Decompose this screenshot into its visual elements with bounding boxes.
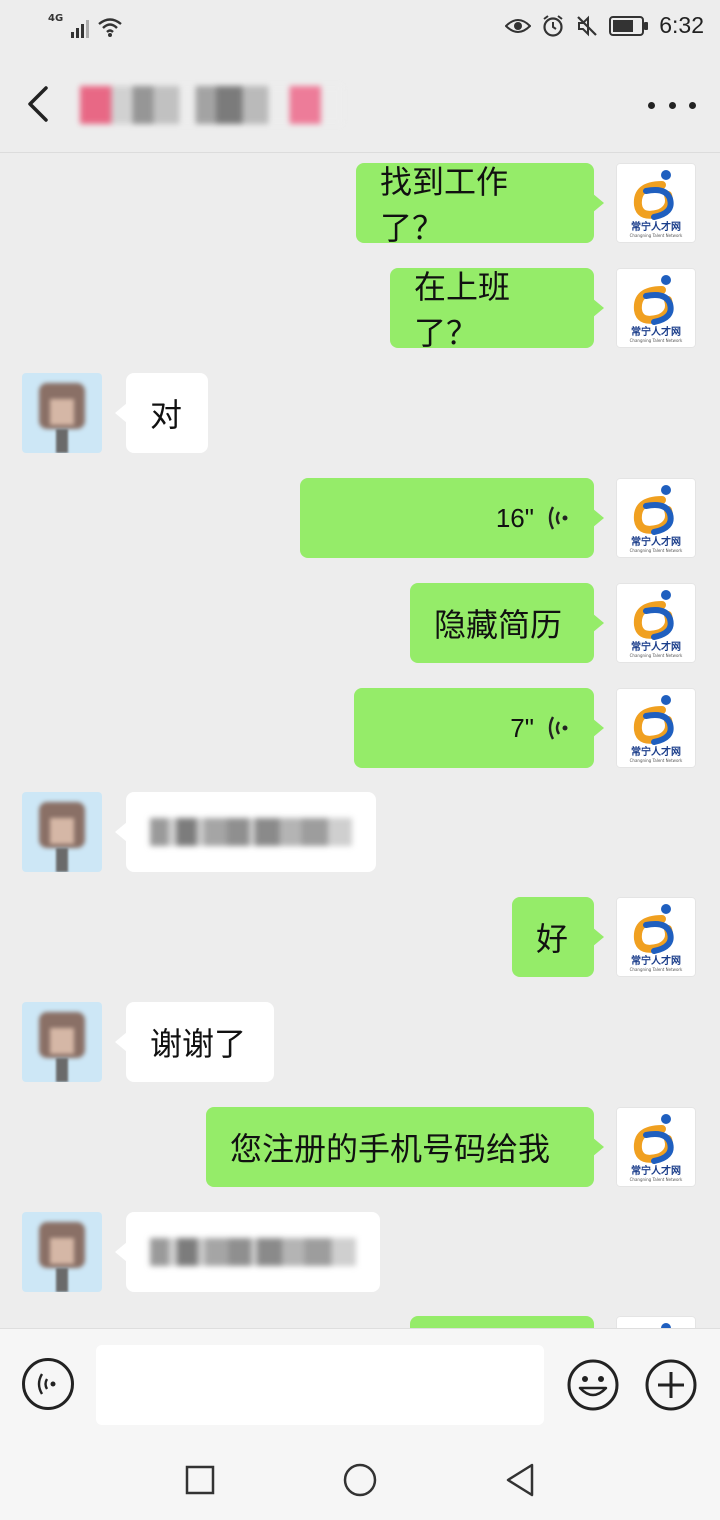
message-bubble-other[interactable] (115, 1212, 380, 1292)
talent-network-logo-icon (616, 897, 696, 977)
message-bubble-self[interactable]: 您注册的手机号码给我 (206, 1107, 604, 1187)
voice-message-bubble[interactable]: 16" (300, 478, 604, 558)
message-bubble-self[interactable]: 隐藏简历 (410, 583, 604, 663)
talent-network-logo-icon (616, 1107, 696, 1187)
avatar-self[interactable] (616, 897, 696, 977)
message-text: 对 (150, 396, 183, 434)
talent-network-logo-icon (616, 163, 696, 243)
eye-icon (505, 18, 532, 33)
message-text: 在上班了？ (414, 268, 511, 352)
message-bubble-self[interactable]: 在上班了？ (390, 268, 604, 352)
avatar-other[interactable] (22, 1212, 102, 1292)
talent-network-logo-icon (616, 688, 696, 768)
voice-input-button[interactable] (22, 1358, 74, 1410)
avatar-other[interactable] (22, 792, 102, 872)
clock: 6:32 (659, 12, 704, 38)
avatar-other[interactable] (22, 373, 102, 453)
more-dot (648, 101, 655, 109)
status-icons: 6:32 (505, 12, 704, 39)
network-type: 4G (48, 13, 64, 24)
voice-duration: 7" (510, 712, 534, 743)
avatar-self[interactable] (616, 478, 696, 558)
more-dot (689, 101, 696, 109)
chat-title-blurred (80, 86, 342, 124)
avatar-self[interactable] (616, 1316, 696, 1328)
blurred-message-text (150, 818, 352, 846)
message-row-partial (0, 1316, 720, 1328)
avatar-self[interactable] (616, 1107, 696, 1187)
message-text: 谢谢了 (150, 1025, 247, 1063)
signal-group: 4G (48, 14, 123, 38)
voice-message-bubble[interactable]: 7" (354, 688, 604, 768)
system-navigation-bar (0, 1440, 720, 1520)
recent-apps-icon[interactable] (180, 1460, 220, 1500)
avatar-other[interactable] (22, 1002, 102, 1082)
message-text: 隐藏简历 (434, 606, 563, 644)
more-dot (668, 101, 676, 109)
message-bubble-self[interactable]: 好 (512, 897, 604, 977)
wifi-icon (98, 18, 122, 37)
avatar-self[interactable] (616, 268, 696, 348)
voice-wave-icon (548, 506, 568, 530)
message-text: 您注册的手机号码给我 (230, 1130, 551, 1168)
message-bubble-self[interactable]: 找到工作了？ (356, 163, 604, 247)
talent-network-logo-icon (616, 478, 696, 558)
voice-icon (37, 1373, 56, 1395)
talent-network-logo-icon (616, 268, 696, 348)
plus-circle-icon[interactable] (644, 1358, 698, 1412)
more-button[interactable] (648, 90, 696, 120)
talent-network-logo-icon (616, 1316, 696, 1328)
avatar-self[interactable] (616, 163, 696, 243)
message-text: 找到工作了？ (380, 163, 509, 247)
avatar-self[interactable] (616, 583, 696, 663)
back-button[interactable] (18, 82, 62, 126)
message-text: 好 (536, 920, 569, 958)
blurred-message-text (150, 1238, 356, 1266)
chat-input-bar (0, 1328, 720, 1441)
voice-wave-icon (548, 716, 568, 740)
chevron-left-icon (28, 86, 48, 122)
voice-duration: 16" (495, 502, 534, 533)
talent-network-logo-icon (616, 583, 696, 663)
alarm-icon (543, 14, 563, 37)
back-triangle-icon[interactable] (500, 1460, 540, 1500)
message-bubble-self[interactable] (410, 1316, 594, 1328)
mute-icon (577, 15, 598, 36)
message-bubble-other[interactable] (115, 792, 376, 872)
status-bar: 4G 6:32 (0, 0, 720, 56)
home-icon[interactable] (340, 1460, 380, 1500)
battery-icon (609, 15, 649, 36)
avatar-self[interactable] (616, 688, 696, 768)
message-bubble-other[interactable]: 对 (115, 373, 208, 453)
emoji-icon[interactable] (566, 1358, 620, 1412)
message-bubble-other[interactable]: 谢谢了 (115, 1002, 274, 1082)
chat-header (0, 56, 720, 153)
signal-icon (71, 18, 90, 38)
message-input[interactable] (96, 1345, 544, 1425)
